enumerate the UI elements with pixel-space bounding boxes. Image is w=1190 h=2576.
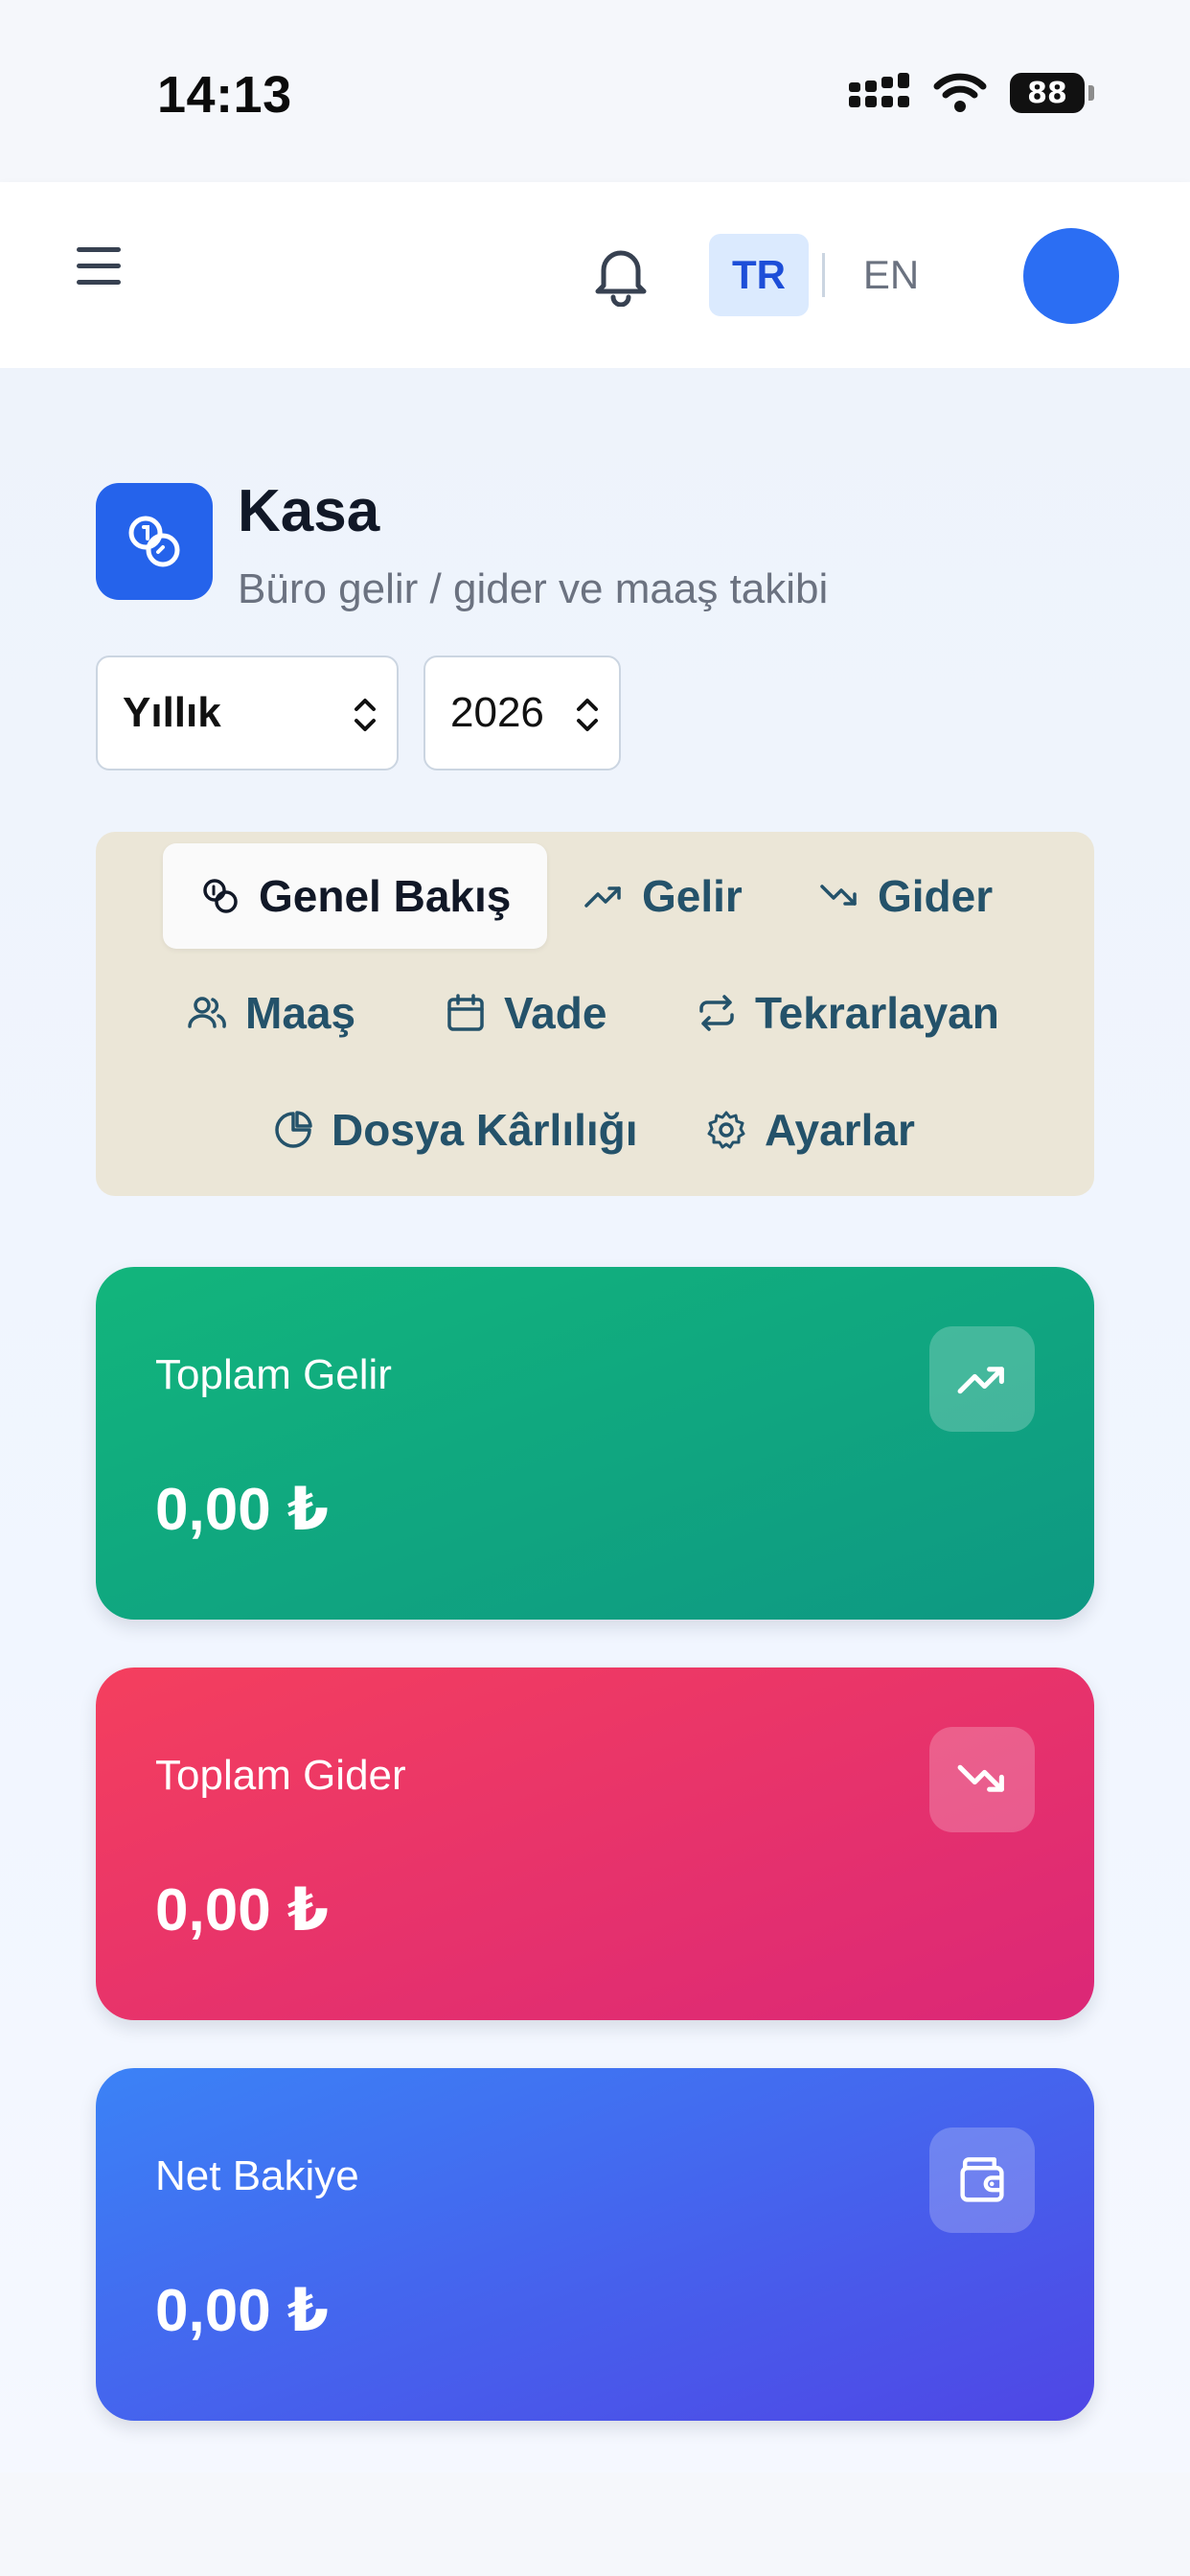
chevron-up-down-icon bbox=[355, 699, 376, 731]
tab-label: Maaş bbox=[245, 988, 356, 1038]
page-subtitle: Büro gelir / gider ve maaş takibi bbox=[238, 565, 829, 612]
bell-icon[interactable] bbox=[590, 242, 652, 307]
gear-icon bbox=[707, 1111, 745, 1149]
wallet-icon bbox=[929, 2128, 1035, 2233]
stat-value: 0,00 ₺ bbox=[155, 2278, 330, 2344]
main-content: Kasa Büro gelir / gider ve maaş takibi Y… bbox=[0, 368, 1190, 2472]
top-bar: TR EN bbox=[0, 182, 1190, 368]
repeat-icon bbox=[699, 995, 734, 1031]
chevron-up-down-icon bbox=[577, 699, 598, 731]
trending-up-icon bbox=[929, 1326, 1035, 1432]
tab-label: Vade bbox=[504, 988, 607, 1038]
page-title: Kasa bbox=[238, 478, 380, 544]
stat-label: Toplam Gelir bbox=[155, 1351, 392, 1398]
status-icons: 88 bbox=[849, 73, 1094, 113]
pie-chart-icon bbox=[275, 1111, 312, 1148]
tab-genel-bakis[interactable]: Genel Bakış bbox=[163, 843, 548, 949]
stat-label: Net Bakiye bbox=[155, 2152, 359, 2199]
period-select-value: Yıllık bbox=[123, 689, 221, 736]
trending-down-icon bbox=[820, 885, 857, 906]
tab-maas[interactable]: Maaş bbox=[186, 960, 355, 1066]
calendar-icon bbox=[447, 994, 484, 1031]
coins-icon bbox=[96, 483, 213, 600]
stat-value: 0,00 ₺ bbox=[155, 1877, 330, 1944]
trending-down-icon bbox=[929, 1727, 1035, 1832]
total-expense-card: Toplam Gider 0,00 ₺ bbox=[96, 1668, 1094, 2020]
year-select[interactable]: 2026 bbox=[423, 656, 621, 770]
tab-bar: Genel Bakış Gelir Gider Maaş Vade Tekrar… bbox=[96, 832, 1094, 1196]
language-separator bbox=[822, 253, 825, 297]
status-bar: 14:13 88 bbox=[0, 0, 1190, 182]
users-icon bbox=[188, 997, 226, 1028]
bottom-area bbox=[0, 2472, 1190, 2576]
battery-icon: 88 bbox=[1010, 73, 1094, 113]
tab-gelir[interactable]: Gelir bbox=[583, 843, 743, 949]
stat-label: Toplam Gider bbox=[155, 1752, 406, 1799]
tab-vade[interactable]: Vade bbox=[445, 960, 606, 1066]
menu-icon[interactable] bbox=[77, 247, 123, 288]
stat-value: 0,00 ₺ bbox=[155, 1477, 330, 1543]
avatar[interactable] bbox=[1023, 228, 1119, 324]
net-balance-card: Net Bakiye 0,00 ₺ bbox=[96, 2068, 1094, 2421]
language-en-button[interactable]: EN bbox=[843, 234, 939, 316]
wifi-icon bbox=[933, 73, 987, 112]
tab-label: Tekrarlayan bbox=[755, 988, 999, 1038]
battery-level: 88 bbox=[1027, 76, 1067, 110]
tab-label: Gelir bbox=[642, 871, 743, 921]
status-time: 14:13 bbox=[157, 66, 292, 124]
total-income-card: Toplam Gelir 0,00 ₺ bbox=[96, 1267, 1094, 1620]
tab-label: Genel Bakış bbox=[259, 871, 512, 921]
tab-label: Dosya Kârlılığı bbox=[332, 1105, 638, 1155]
tab-dosya-karliligi[interactable]: Dosya Kârlılığı bbox=[272, 1077, 638, 1183]
coins-icon bbox=[203, 879, 238, 913]
tab-label: Gider bbox=[878, 871, 994, 921]
year-select-value: 2026 bbox=[450, 689, 544, 736]
trending-up-icon bbox=[584, 886, 621, 908]
cellular-signal-icon bbox=[849, 73, 910, 113]
tab-gider[interactable]: Gider bbox=[818, 843, 993, 949]
language-tr-button[interactable]: TR bbox=[709, 234, 809, 316]
tab-label: Ayarlar bbox=[765, 1105, 915, 1155]
tab-tekrarlayan[interactable]: Tekrarlayan bbox=[696, 960, 999, 1066]
period-select[interactable]: Yıllık bbox=[96, 656, 399, 770]
tab-ayarlar[interactable]: Ayarlar bbox=[705, 1077, 915, 1183]
